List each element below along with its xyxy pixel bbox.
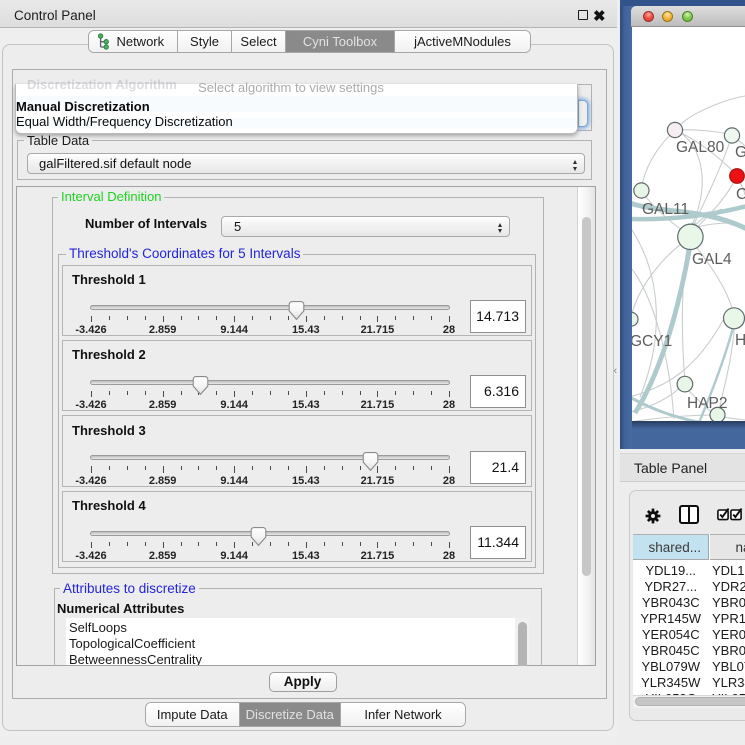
svg-text:GAL80: GAL80: [676, 139, 725, 156]
svg-text:GCY1: GCY1: [632, 333, 672, 350]
svg-text:HAP2: HAP2: [687, 395, 728, 412]
svg-text:H: H: [735, 332, 745, 349]
svg-text:GAL11: GAL11: [642, 201, 689, 218]
svg-text:C: C: [736, 186, 745, 203]
svg-text:GA: GA: [735, 144, 745, 161]
svg-text:GAL4: GAL4: [692, 251, 732, 268]
